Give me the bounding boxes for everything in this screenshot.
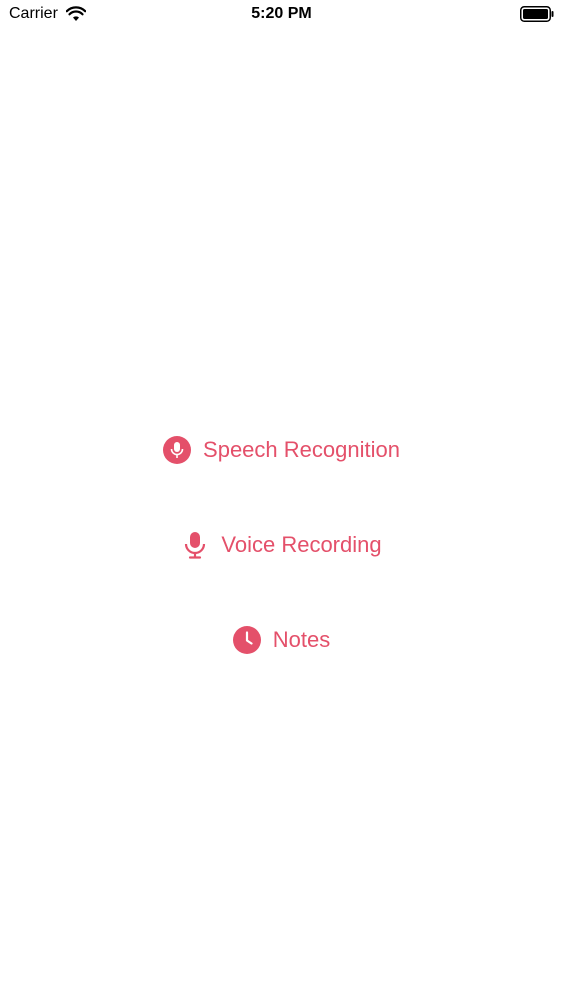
main-menu: Speech Recognition Voice Recording Notes [0, 420, 563, 670]
voice-recording-label: Voice Recording [221, 532, 382, 557]
app-screen: Carrier 5:20 PM Speech Recognition Voice… [0, 0, 563, 1000]
battery-icon [520, 6, 554, 22]
notes-button[interactable]: Notes [232, 610, 331, 670]
status-bar: Carrier 5:20 PM [0, 0, 563, 30]
clock-icon [232, 626, 261, 654]
status-time: 5:20 PM [251, 5, 312, 22]
mic-icon [185, 532, 206, 559]
mic-circle-icon [163, 436, 192, 464]
voice-recording-button[interactable]: Voice Recording [181, 515, 382, 575]
speech-recognition-label: Speech Recognition [203, 437, 400, 462]
notes-label: Notes [272, 627, 331, 652]
speech-recognition-button[interactable]: Speech Recognition [163, 420, 400, 480]
